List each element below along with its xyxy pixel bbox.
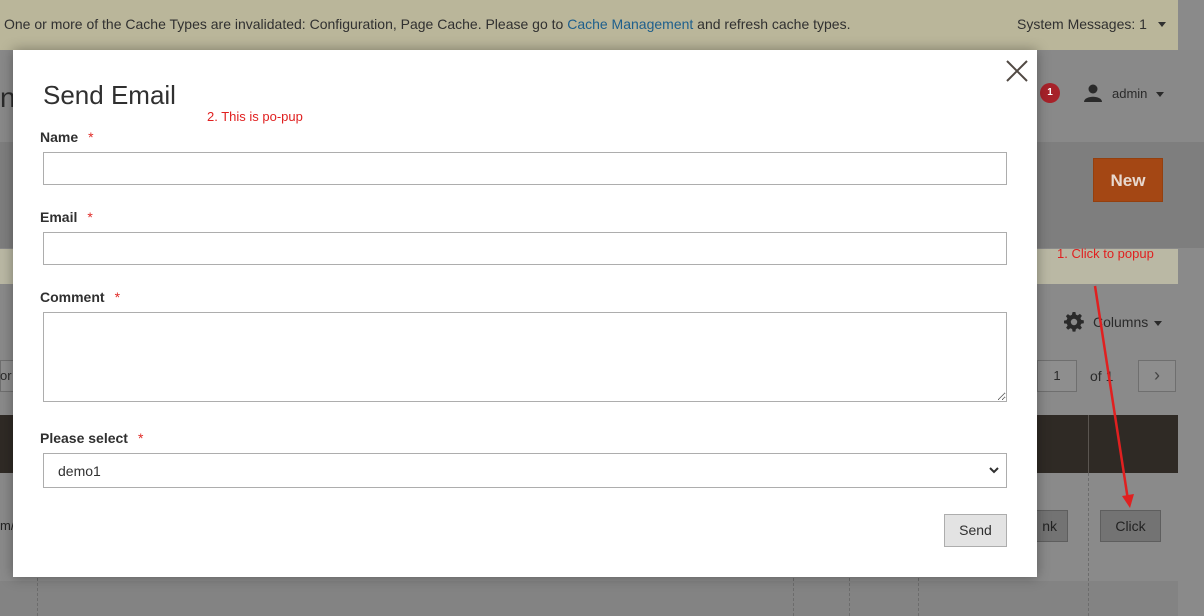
new-button[interactable]: New xyxy=(1093,158,1163,202)
required-mark: * xyxy=(137,430,144,446)
send-email-modal: Send Email Name * Email * Comment * Please … xyxy=(13,50,1037,577)
comment-label-text: Comment xyxy=(40,289,105,305)
name-label-text: Name xyxy=(40,129,79,145)
close-icon[interactable] xyxy=(1002,56,1032,86)
email-label: Email * xyxy=(40,209,93,225)
select-label-text: Please select xyxy=(40,430,128,446)
popup-annotation: 2. This is po-pup xyxy=(207,109,303,124)
send-button[interactable]: Send xyxy=(944,514,1007,547)
system-messages-count[interactable]: System Messages: 1 xyxy=(1017,16,1147,32)
table-row xyxy=(0,581,1178,616)
select-label: Please select * xyxy=(40,430,143,446)
demo-select[interactable]: demo1 xyxy=(43,453,1007,488)
system-message-bar: One or more of the Cache Types are inval… xyxy=(0,0,1178,51)
system-message-prefix: One or more of the Cache Types are inval… xyxy=(4,16,568,32)
comment-textarea[interactable] xyxy=(43,312,1007,402)
email-label-text: Email xyxy=(40,209,78,225)
name-label: Name * xyxy=(40,129,94,145)
chevron-down-icon[interactable] xyxy=(1158,22,1166,27)
comment-label: Comment * xyxy=(40,289,120,305)
name-field[interactable] xyxy=(43,152,1007,185)
next-page-button[interactable]: › xyxy=(1138,360,1176,392)
system-message-suffix: and refresh cache types. xyxy=(693,16,851,32)
required-mark: * xyxy=(87,209,93,225)
annotation-arrow xyxy=(1093,285,1134,508)
page-edge xyxy=(1178,0,1204,50)
user-icon[interactable] xyxy=(1084,84,1102,102)
gear-icon[interactable] xyxy=(1064,312,1084,332)
page-number-input[interactable]: 1 xyxy=(1037,360,1077,392)
cache-management-link[interactable]: Cache Management xyxy=(567,16,693,32)
select-value: demo1 xyxy=(58,463,101,479)
admin-user-menu[interactable]: admin xyxy=(1112,86,1147,101)
click-button[interactable]: Click xyxy=(1100,510,1161,542)
required-mark: * xyxy=(88,129,94,145)
chevron-down-icon[interactable] xyxy=(1156,92,1164,97)
click-annotation: 1. Click to popup xyxy=(1057,246,1154,261)
email-field[interactable] xyxy=(43,232,1007,265)
required-mark: * xyxy=(114,289,121,305)
notification-badge[interactable]: 1 xyxy=(1040,83,1060,103)
modal-title: Send Email xyxy=(43,80,176,110)
left-partial-label: or xyxy=(0,368,12,383)
chevron-down-icon[interactable] xyxy=(1154,321,1162,326)
system-message-text: One or more of the Cache Types are inval… xyxy=(4,16,850,32)
chevron-down-icon xyxy=(989,467,999,474)
